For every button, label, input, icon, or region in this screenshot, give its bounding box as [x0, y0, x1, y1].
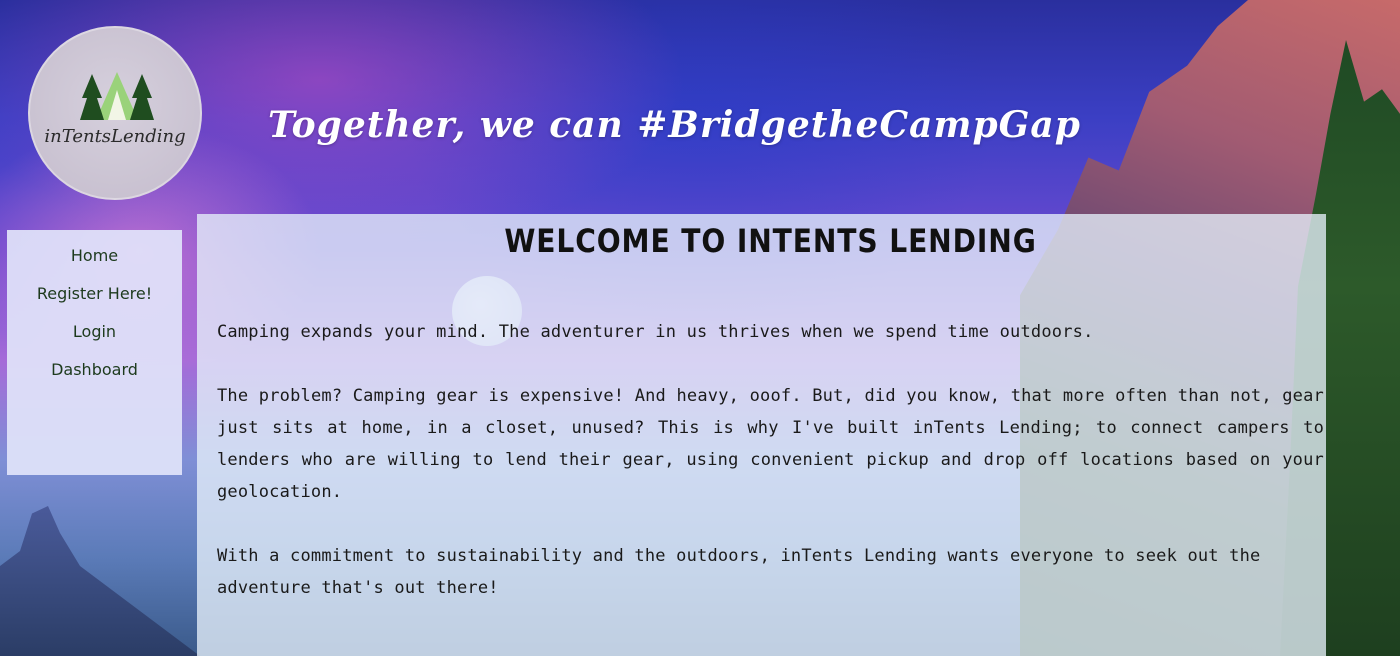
sidebar-nav: Home Register Here! Login Dashboard: [7, 230, 182, 475]
page-title: WELCOME TO INTENTS LENDING: [504, 222, 1037, 260]
intro-paragraph: Camping expands your mind. The adventure…: [217, 322, 1094, 342]
nav-item-label: Login: [72, 322, 117, 341]
nav-item-label: Dashboard: [51, 360, 138, 379]
nav-item-register[interactable]: Register Here!: [7, 280, 182, 308]
nav-item-dashboard[interactable]: Dashboard: [7, 356, 182, 384]
nav-item-label: Home: [70, 246, 119, 265]
logo-text: inTentsLending: [44, 126, 186, 147]
main-content-panel: WELCOME TO INTENTS LENDING Camping expan…: [197, 214, 1326, 656]
nav-item-home[interactable]: Home: [7, 242, 182, 270]
tent-trees-icon: [80, 72, 154, 120]
nav-item-login[interactable]: Login: [7, 318, 182, 346]
site-logo[interactable]: inTentsLending: [28, 26, 202, 200]
mission-paragraph: With a commitment to sustainability and …: [217, 546, 1261, 598]
problem-paragraph: The problem? Camping gear is expensive! …: [217, 386, 1324, 502]
nav-item-label: Register Here!: [36, 284, 153, 303]
header-tagline: Together, we can #BridgetheCampGap: [268, 104, 1081, 146]
